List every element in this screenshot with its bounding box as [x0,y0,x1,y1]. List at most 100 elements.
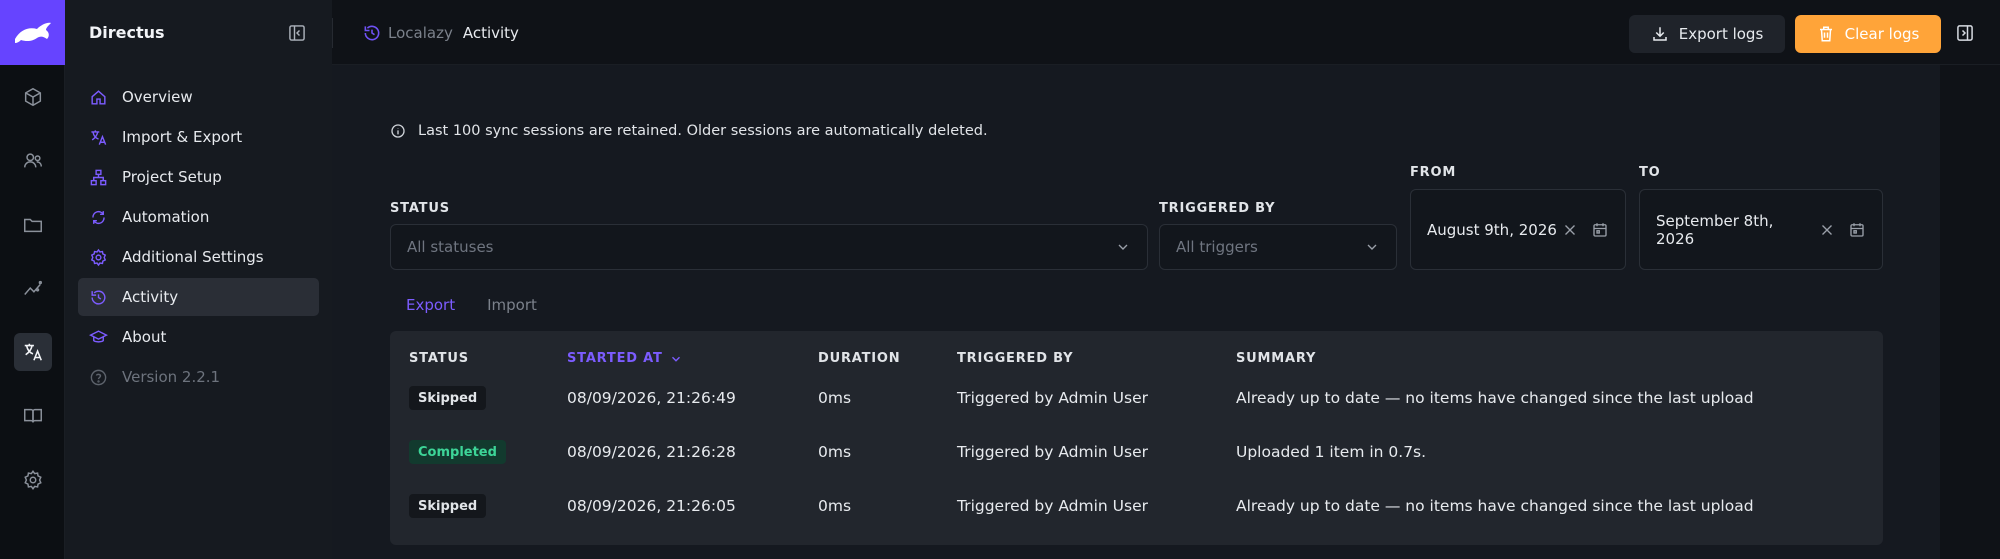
column-header-started-at-label: STARTED AT [567,351,663,366]
duration-cell: 0ms [818,389,852,407]
column-header-duration[interactable]: DURATION [818,351,900,366]
nav-item-label: Automation [122,208,210,226]
gear-icon[interactable] [14,461,52,499]
navigation-panel: Directus Overview Import & Export Projec… [65,0,332,559]
column-header-started-at[interactable]: STARTED AT [567,351,683,366]
clear-date-icon[interactable] [1561,221,1579,239]
from-date-label: FROM [1410,165,1457,180]
cube-icon[interactable] [14,78,52,116]
insights-icon[interactable] [14,270,52,308]
clear-logs-label: Clear logs [1844,25,1920,43]
status-filter-label: STATUS [390,201,450,216]
from-date-value: August 9th, 2026 [1427,220,1557,239]
column-header-triggered-by[interactable]: TRIGGERED BY [957,351,1073,366]
triggered-by-filter-label: TRIGGERED BY [1159,201,1276,216]
triggered-by-select-placeholder: All triggers [1176,238,1258,256]
nav-item-label: Additional Settings [122,248,264,266]
nav-item-version: Version 2.2.1 [78,358,319,396]
to-date-label: TO [1639,165,1661,180]
calendar-icon[interactable] [1848,221,1866,239]
nav-item-label: Project Setup [122,168,222,186]
summary-cell: Already up to date — no items have chang… [1236,389,1754,407]
history-icon [362,23,382,43]
home-icon [88,87,108,107]
tab-import[interactable]: Import [471,293,553,317]
duration-cell: 0ms [818,497,852,515]
users-icon[interactable] [14,142,52,180]
translate-icon [88,127,108,147]
activity-table: STATUS STARTED AT DURATION TRIGGERED BY … [390,331,1883,545]
status-select[interactable]: All statuses [390,224,1148,270]
summary-cell: Uploaded 1 item in 0.7s. [1236,443,1427,461]
nav-item-label: Activity [122,288,179,306]
nav-header: Directus [65,0,332,65]
help-icon [88,367,108,387]
info-icon [390,123,406,139]
nav-item-additional-settings[interactable]: Additional Settings [78,238,319,276]
nav-item-overview[interactable]: Overview [78,78,319,116]
collapse-nav-icon[interactable] [286,22,308,44]
sitemap-icon [88,167,108,187]
project-name: Directus [89,23,165,42]
calendar-icon[interactable] [1591,221,1609,239]
breadcrumb: Localazy Activity [362,0,519,65]
nav-item-import-export[interactable]: Import & Export [78,118,319,156]
directus-logo[interactable] [0,0,65,65]
trash-icon [1817,25,1835,43]
rabbit-logo-icon [14,22,51,43]
nav-item-label: About [122,328,167,346]
nav-item-label: Overview [122,88,193,106]
status-badge: Completed [409,440,506,464]
started-at-cell: 08/09/2026, 21:26:28 [567,443,736,461]
automation-icon [88,207,108,227]
column-header-summary[interactable]: SUMMARY [1236,351,1316,366]
clear-date-icon[interactable] [1818,221,1836,239]
started-at-cell: 08/09/2026, 21:26:49 [567,389,736,407]
nav-item-activity[interactable]: Activity [78,278,319,316]
log-type-tabs: Export Import [390,293,553,317]
retention-notice-text: Last 100 sync sessions are retained. Old… [418,123,988,139]
nav-item-automation[interactable]: Automation [78,198,319,236]
right-gutter [1940,65,2000,559]
sort-desc-icon [669,352,683,366]
chevron-down-icon [1364,239,1380,255]
started-at-cell: 08/09/2026, 21:26:05 [567,497,736,515]
version-label: Version 2.2.1 [122,368,221,386]
header-divider [332,18,333,48]
export-logs-label: Export logs [1678,25,1764,43]
sidebar-toggle-icon[interactable] [1954,22,1976,44]
nav-list: Overview Import & Export Project Setup A… [78,78,319,398]
triggered-by-cell: Triggered by Admin User [957,497,1149,515]
download-icon [1651,25,1669,43]
header-bar: Localazy Activity Export logs Clear logs [332,0,2000,65]
school-icon [88,327,108,347]
retention-notice: Last 100 sync sessions are retained. Old… [390,123,988,139]
breadcrumb-parent[interactable]: Localazy [388,24,453,42]
book-icon[interactable] [14,397,52,435]
translate-icon[interactable] [14,333,52,371]
column-header-status[interactable]: STATUS [409,351,469,366]
nav-item-label: Import & Export [122,128,243,146]
page-title: Activity [462,23,519,42]
nav-item-project-setup[interactable]: Project Setup [78,158,319,196]
summary-cell: Already up to date — no items have chang… [1236,497,1754,515]
to-date-picker[interactable]: September 8th, 2026 [1639,189,1883,270]
module-bar [0,0,65,559]
gear-icon [88,247,108,267]
nav-item-about[interactable]: About [78,318,319,356]
chevron-down-icon [1115,239,1131,255]
from-date-picker[interactable]: August 9th, 2026 [1410,189,1626,270]
history-icon [88,287,108,307]
status-select-placeholder: All statuses [407,238,494,256]
clear-logs-button[interactable]: Clear logs [1795,15,1941,53]
status-badge: Skipped [409,494,487,518]
main-content: Last 100 sync sessions are retained. Old… [332,65,1940,559]
export-logs-button[interactable]: Export logs [1629,15,1785,53]
duration-cell: 0ms [818,443,852,461]
triggered-by-cell: Triggered by Admin User [957,443,1149,461]
tab-export[interactable]: Export [390,293,471,317]
triggered-by-cell: Triggered by Admin User [957,389,1149,407]
triggered-by-select[interactable]: All triggers [1159,224,1397,270]
to-date-value: September 8th, 2026 [1656,211,1774,248]
folder-icon[interactable] [14,206,52,244]
